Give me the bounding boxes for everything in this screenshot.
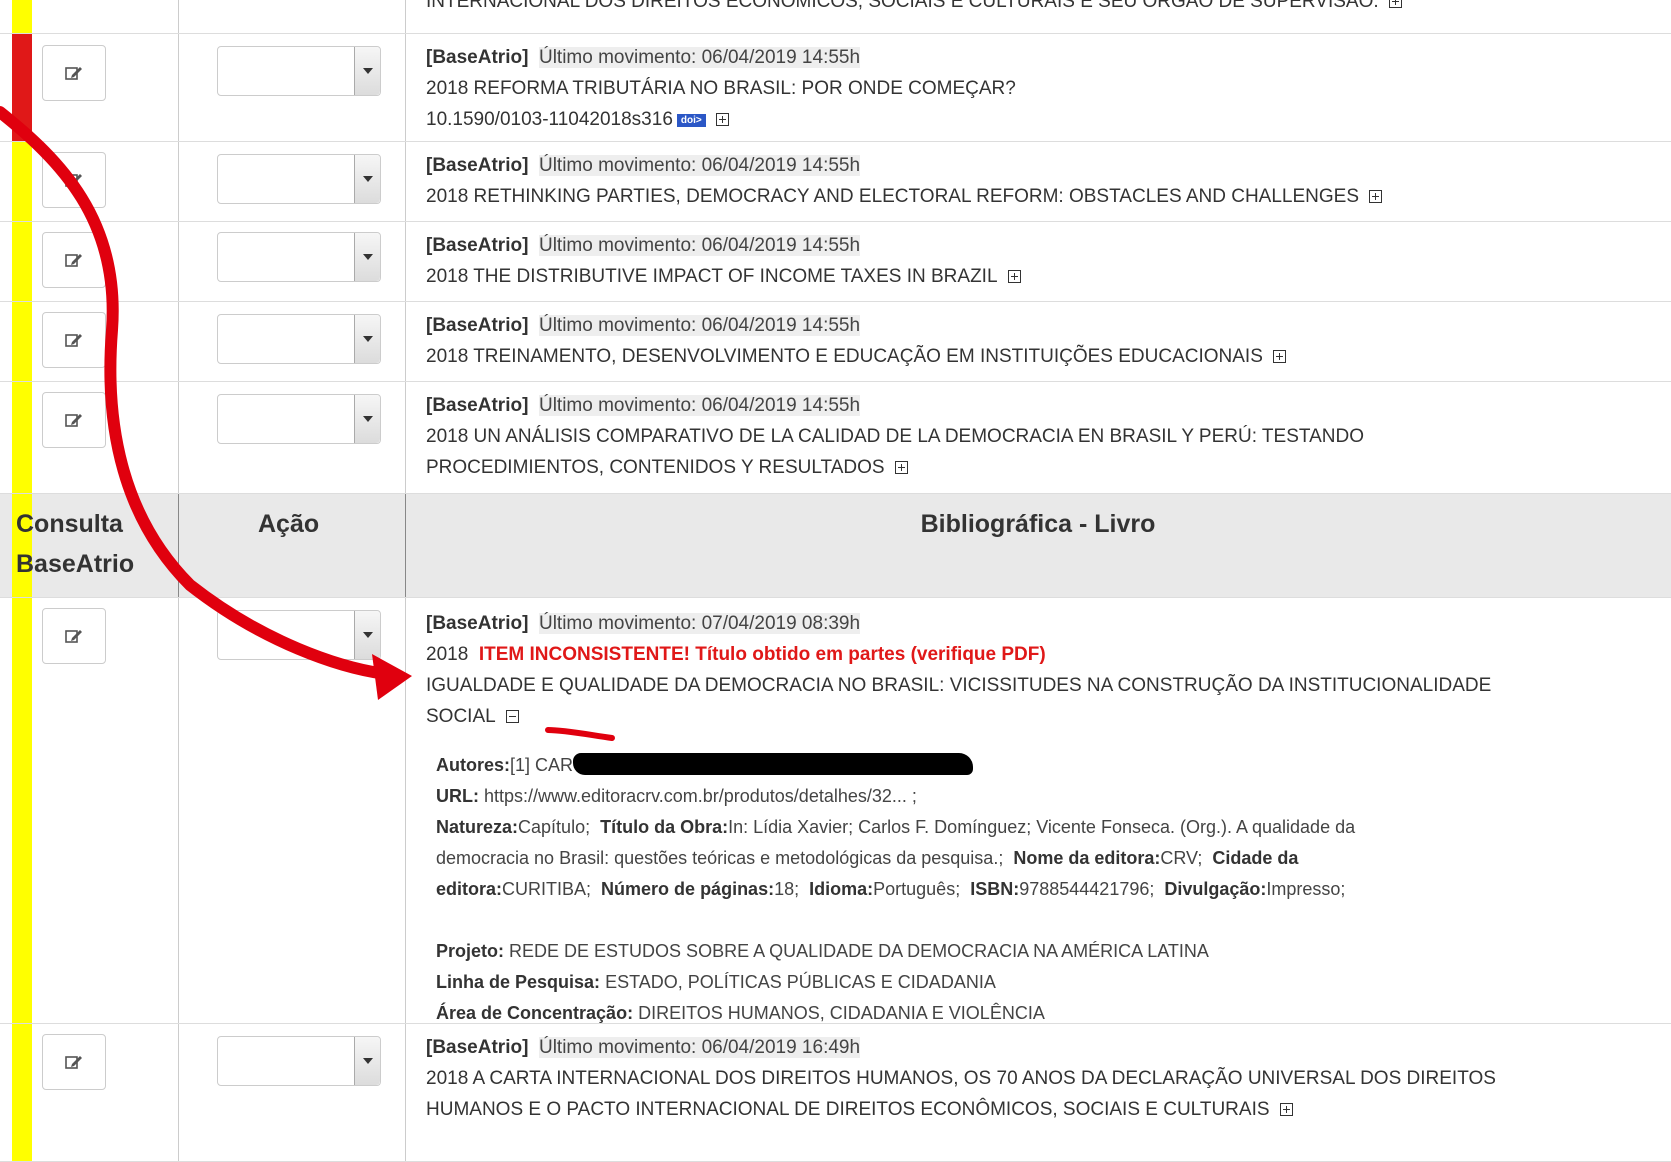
dropdown-arrow-icon[interactable] <box>354 315 380 363</box>
row-title: 2018 TREINAMENTO, DESENVOLVIMENTO E EDUC… <box>426 346 1263 367</box>
last-movement: Último movimento: 06/04/2019 14:55h <box>538 315 861 336</box>
expand-icon[interactable] <box>1369 190 1383 203</box>
status-bar-yellow <box>12 222 32 301</box>
row-content: [BaseAtrio] Último movimento: 06/04/2019… <box>426 1032 1655 1125</box>
status-bar-red <box>12 34 32 141</box>
source-tag: [BaseAtrio] <box>426 395 529 416</box>
table-row: [BaseAtrio] Último movimento: 06/04/2019… <box>0 302 1671 382</box>
edit-icon <box>65 254 82 267</box>
edit-icon <box>65 334 82 347</box>
edit-button[interactable] <box>42 312 106 368</box>
status-bar-yellow <box>12 142 32 221</box>
row-content: [BaseAtrio] Último movimento: 06/04/2019… <box>426 230 1655 292</box>
action-select[interactable] <box>217 46 381 96</box>
dropdown-arrow-icon[interactable] <box>354 611 380 659</box>
edit-icon <box>65 414 82 427</box>
source-tag: [BaseAtrio] <box>426 47 529 68</box>
url-link[interactable]: https://www.editoracrv.com.br/produtos/d… <box>484 786 917 806</box>
section-header: Consulta BaseAtrio Ação Bibliográfica - … <box>0 494 1671 598</box>
table-row-expanded: [BaseAtrio] Último movimento: 07/04/2019… <box>0 598 1671 1024</box>
table-row: [BaseAtrio] Último movimento: 06/04/2019… <box>0 382 1671 494</box>
row-title: 2018 THE DISTRIBUTIVE IMPACT OF INCOME T… <box>426 266 998 287</box>
dropdown-arrow-icon[interactable] <box>354 47 380 95</box>
action-select[interactable] <box>217 314 381 364</box>
status-bar-yellow <box>12 302 32 381</box>
row-content: [BaseAtrio] Último movimento: 06/04/2019… <box>426 150 1655 212</box>
column-header-section: Bibliográfica - Livro <box>920 510 1156 538</box>
edit-button[interactable] <box>42 608 106 664</box>
expand-icon[interactable] <box>894 461 908 474</box>
dropdown-arrow-icon[interactable] <box>354 155 380 203</box>
status-bar-yellow <box>12 598 32 1023</box>
row-content: [BaseAtrio] Último movimento: 06/04/2019… <box>426 42 1655 135</box>
last-movement: Último movimento: 06/04/2019 14:55h <box>538 235 861 256</box>
collapse-minus-icon[interactable] <box>505 710 519 723</box>
edit-icon <box>65 174 82 187</box>
last-movement: Último movimento: 06/04/2019 14:55h <box>538 155 861 176</box>
table-row: [BaseAtrio] Último movimento: 06/04/2019… <box>0 34 1671 142</box>
row-title-continued: PROCEDIMIENTOS, CONTENIDOS Y RESULTADOS <box>426 457 885 478</box>
table-row: [BaseAtrio] Último movimento: 06/04/2019… <box>0 222 1671 302</box>
status-bar-yellow <box>12 1024 32 1161</box>
table-row: [BaseAtrio] Último movimento: 06/04/2019… <box>0 142 1671 222</box>
action-select[interactable] <box>217 232 381 282</box>
column-header-consulta: Consulta BaseAtrio <box>16 510 135 578</box>
inconsistency-warning: ITEM INCONSISTENTE! Título obtido em par… <box>478 644 1046 665</box>
dropdown-arrow-icon[interactable] <box>354 395 380 443</box>
row-title: 2018 REFORMA TRIBUTÁRIA NO BRASIL: POR O… <box>426 78 1016 99</box>
expand-icon[interactable] <box>1007 270 1021 283</box>
action-select[interactable] <box>217 394 381 444</box>
expand-icon[interactable] <box>1388 0 1402 8</box>
edit-button[interactable] <box>42 1034 106 1090</box>
row-content: [BaseAtrio] Último movimento: 06/04/2019… <box>426 390 1655 483</box>
action-select[interactable] <box>217 1036 381 1086</box>
row-title: INTERNACIONAL DOS DIREITOS ECONÔMICOS, S… <box>426 0 1655 17</box>
edit-icon <box>65 1056 82 1069</box>
source-tag: [BaseAtrio] <box>426 1037 529 1058</box>
dropdown-arrow-icon[interactable] <box>354 1037 380 1085</box>
status-bar-yellow <box>12 0 32 33</box>
doi-text: 10.1590/0103-11042018s316 <box>426 109 673 130</box>
expand-icon[interactable] <box>1279 1103 1293 1116</box>
edit-icon <box>65 630 82 643</box>
edit-button[interactable] <box>42 45 106 101</box>
table-row: INTERNACIONAL DOS DIREITOS ECONÔMICOS, S… <box>0 0 1671 34</box>
row-content: [BaseAtrio] Último movimento: 07/04/2019… <box>426 608 1655 732</box>
source-tag: [BaseAtrio] <box>426 155 529 176</box>
source-tag: [BaseAtrio] <box>426 235 529 256</box>
last-movement: Último movimento: 07/04/2019 08:39h <box>538 613 861 634</box>
table-row: [BaseAtrio] Último movimento: 06/04/2019… <box>0 1024 1671 1162</box>
edit-icon <box>65 67 82 80</box>
doi-link-icon[interactable]: doi> <box>676 114 706 127</box>
column-header-acao: Ação <box>258 510 320 538</box>
last-movement: Último movimento: 06/04/2019 16:49h <box>538 1037 861 1058</box>
expand-icon[interactable] <box>715 113 729 126</box>
year: 2018 <box>426 644 469 665</box>
action-select[interactable] <box>217 610 381 660</box>
edit-button[interactable] <box>42 392 106 448</box>
dropdown-arrow-icon[interactable] <box>354 233 380 281</box>
status-bar-yellow <box>12 382 32 493</box>
row-title: IGUALDADE E QUALIDADE DA DEMOCRACIA NO B… <box>426 675 1492 696</box>
row-title: 2018 RETHINKING PARTIES, DEMOCRACY AND E… <box>426 186 1360 207</box>
row-title: 2018 UN ANÁLISIS COMPARATIVO DE LA CALID… <box>426 426 1364 447</box>
last-movement: Último movimento: 06/04/2019 14:55h <box>538 395 861 416</box>
action-select[interactable] <box>217 154 381 204</box>
expand-icon[interactable] <box>1272 350 1286 363</box>
last-movement: Último movimento: 06/04/2019 14:55h <box>538 47 861 68</box>
row-title-continued: SOCIAL <box>426 706 496 727</box>
row-title-continued: HUMANOS E O PACTO INTERNACIONAL DE DIREI… <box>426 1099 1270 1120</box>
details-panel: Autores:[1] CAR URL: https://www.editora… <box>436 753 1356 1023</box>
edit-button[interactable] <box>42 232 106 288</box>
source-tag: [BaseAtrio] <box>426 613 529 634</box>
edit-button[interactable] <box>42 152 106 208</box>
row-title: 2018 A CARTA INTERNACIONAL DOS DIREITOS … <box>426 1068 1496 1089</box>
source-tag: [BaseAtrio] <box>426 315 529 336</box>
row-content: [BaseAtrio] Último movimento: 06/04/2019… <box>426 310 1655 372</box>
redaction-mark <box>573 753 974 775</box>
